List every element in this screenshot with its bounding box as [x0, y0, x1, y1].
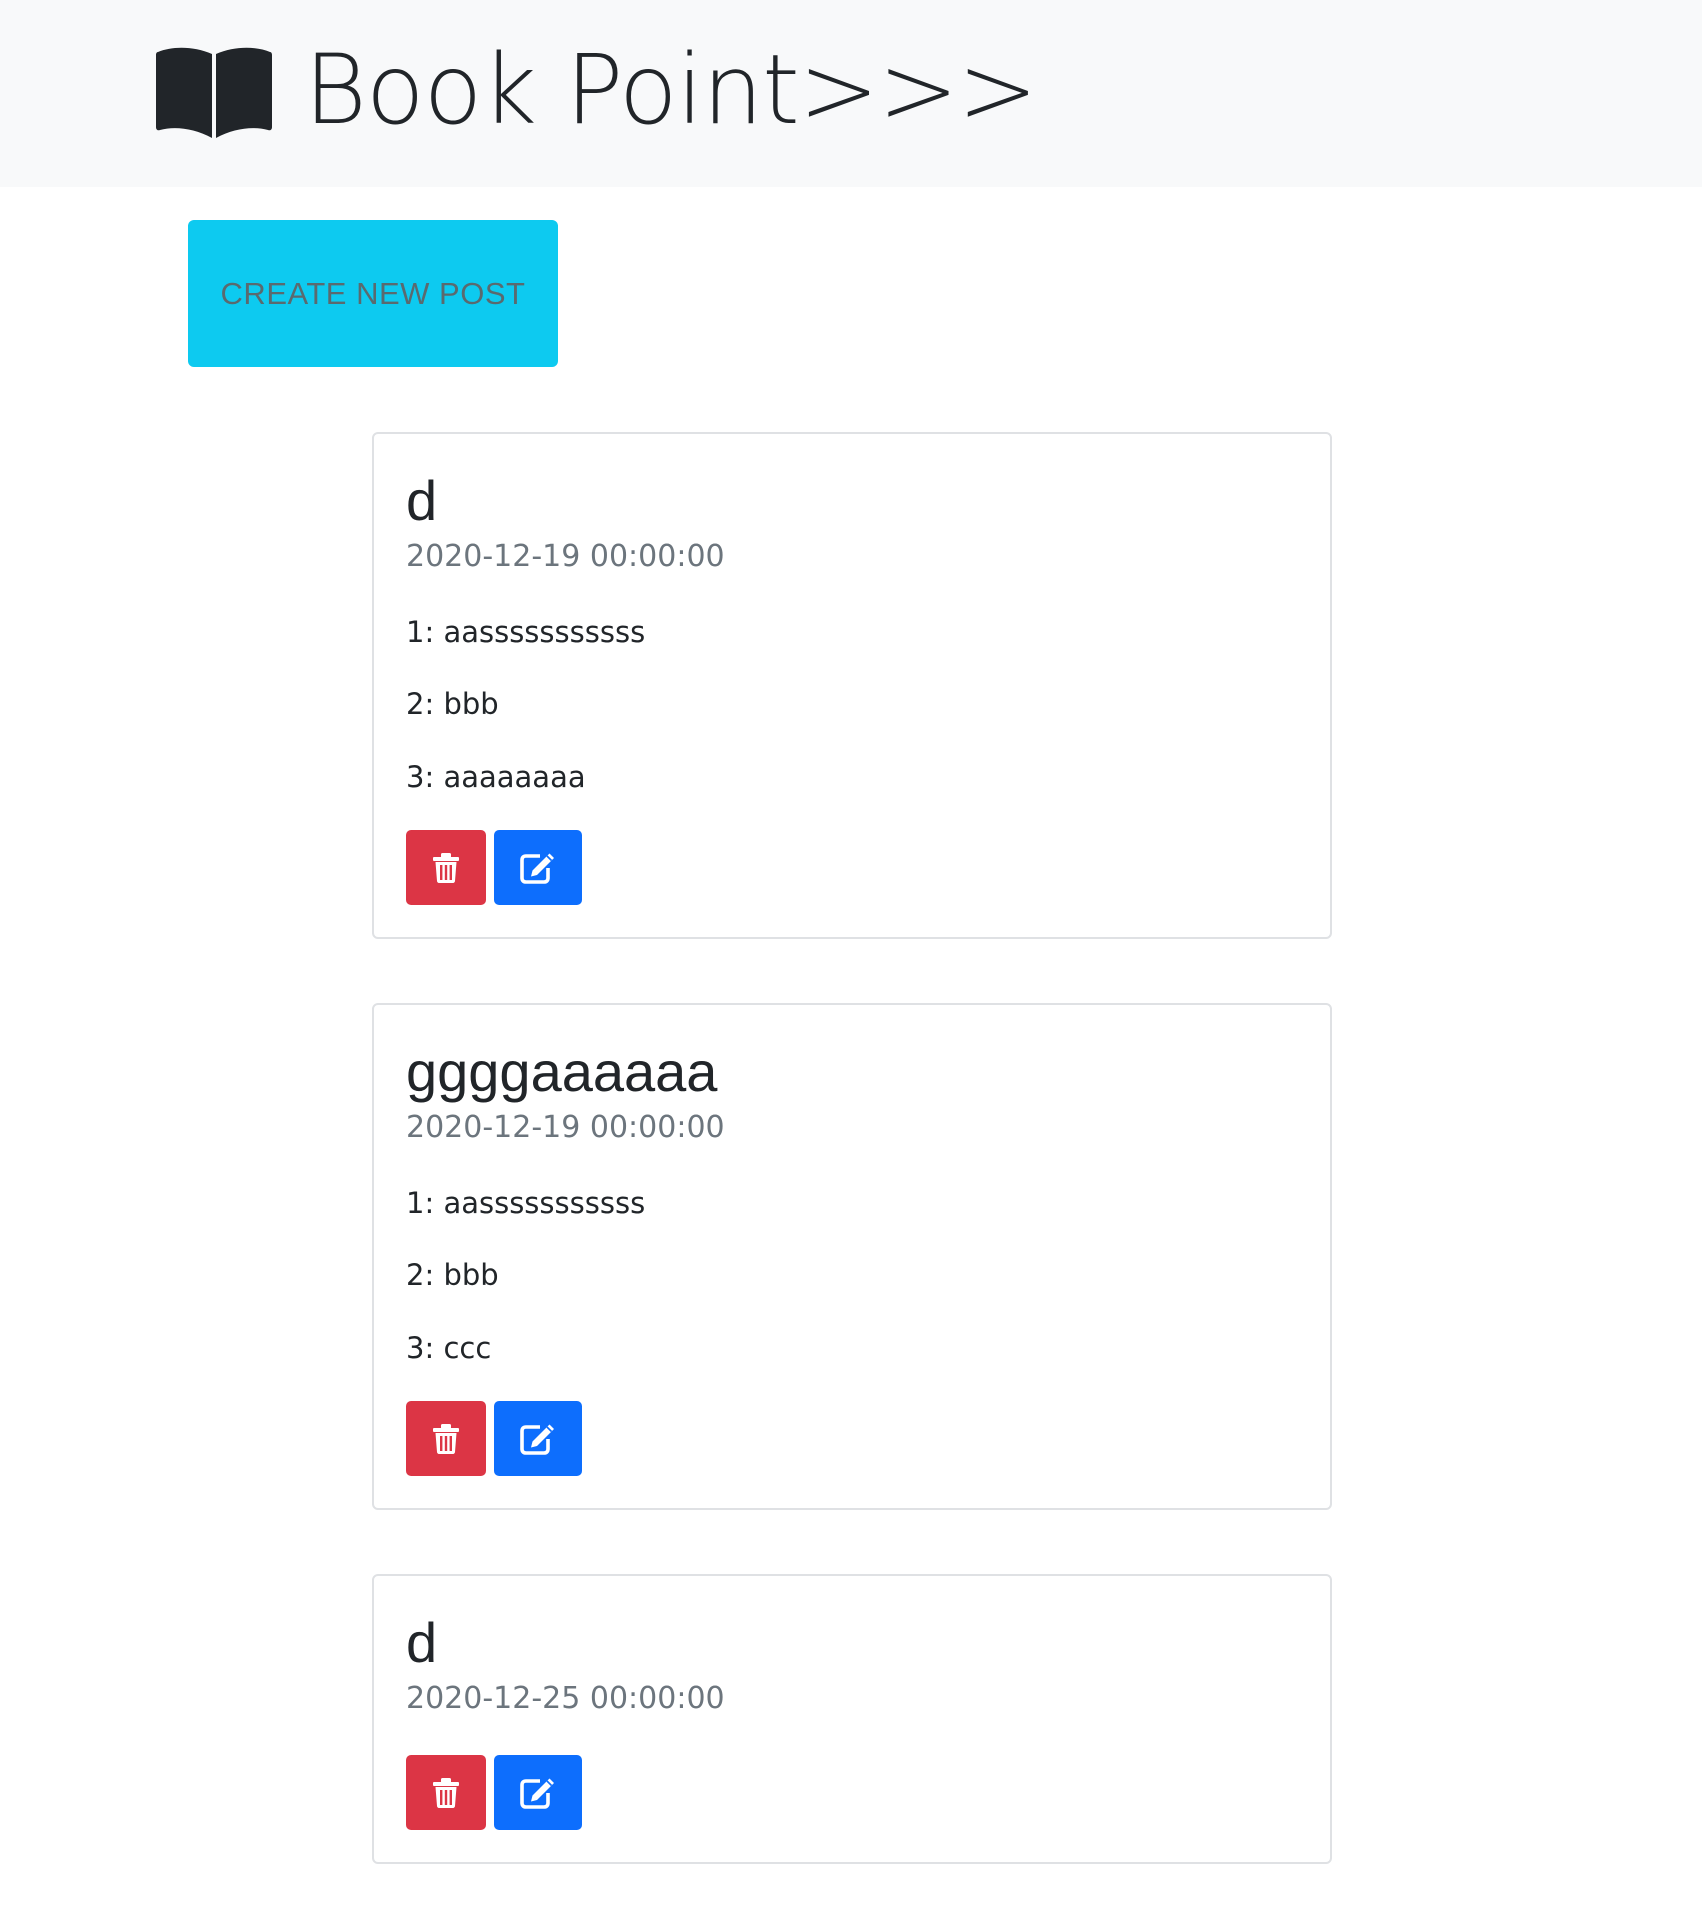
edit-icon — [520, 1424, 554, 1455]
brand-link[interactable]: Book Point>>> — [154, 30, 1038, 150]
create-new-post-button[interactable]: CREATE NEW POST — [188, 220, 558, 367]
post-date: 2020-12-25 00:00:00 — [406, 1681, 725, 1717]
post-card: d 2020-12-19 00:00:00 1: aasssssssssss 2:… — [372, 432, 1332, 940]
post-card: ggggaaaaaa 2020-12-19 00:00:00 1: aassss… — [372, 1003, 1332, 1511]
post-line: 1: aasssssssssss — [406, 1185, 646, 1220]
delete-post-button[interactable] — [406, 830, 486, 906]
post-lines: 1: aasssssssssss 2: bbb 3: ccc — [406, 1185, 1298, 1365]
post-card-body: d 2020-12-19 00:00:00 1: aasssssssssss 2:… — [374, 434, 1330, 937]
delete-post-button[interactable] — [406, 1401, 486, 1477]
trash-icon — [433, 1423, 459, 1454]
edit-icon — [520, 1778, 554, 1809]
post-lines: 1: aasssssssssss 2: bbb 3: aaaaaaaa — [406, 614, 1298, 794]
post-date: 2020-12-19 00:00:00 — [406, 1109, 725, 1145]
post-line: 3: aaaaaaaa — [406, 759, 586, 794]
post-actions — [406, 1401, 1298, 1477]
post-actions — [406, 830, 1298, 906]
post-line: 2: bbb — [406, 687, 499, 722]
post-list: d 2020-12-19 00:00:00 1: aasssssssssss 2:… — [372, 432, 1332, 1928]
delete-post-button[interactable] — [406, 1755, 486, 1831]
edit-post-button[interactable] — [494, 1401, 582, 1477]
navbar: Book Point>>> — [0, 0, 1702, 187]
post-card-body: ggggaaaaaa 2020-12-19 00:00:00 1: aassss… — [374, 1005, 1330, 1508]
brand-title: Book Point>>> — [304, 34, 1038, 146]
post-line: 2: bbb — [406, 1258, 499, 1293]
post-title: d — [406, 469, 438, 532]
post-date: 2020-12-19 00:00:00 — [406, 538, 725, 574]
edit-post-button[interactable] — [494, 830, 582, 906]
edit-icon — [520, 853, 554, 884]
post-card-body: d 2020-12-25 00:00:00 — [374, 1576, 1330, 1862]
trash-icon — [433, 852, 459, 883]
book-open-icon — [156, 47, 272, 138]
post-title: d — [406, 1611, 438, 1675]
edit-post-button[interactable] — [494, 1755, 582, 1831]
post-actions — [406, 1755, 1298, 1831]
trash-icon — [433, 1777, 459, 1808]
post-title: ggggaaaaaa — [406, 1040, 718, 1104]
post-line: 3: ccc — [406, 1330, 492, 1365]
post-line: 1: aasssssssssss — [406, 614, 646, 649]
post-card: d 2020-12-25 00:00:00 — [372, 1574, 1332, 1865]
